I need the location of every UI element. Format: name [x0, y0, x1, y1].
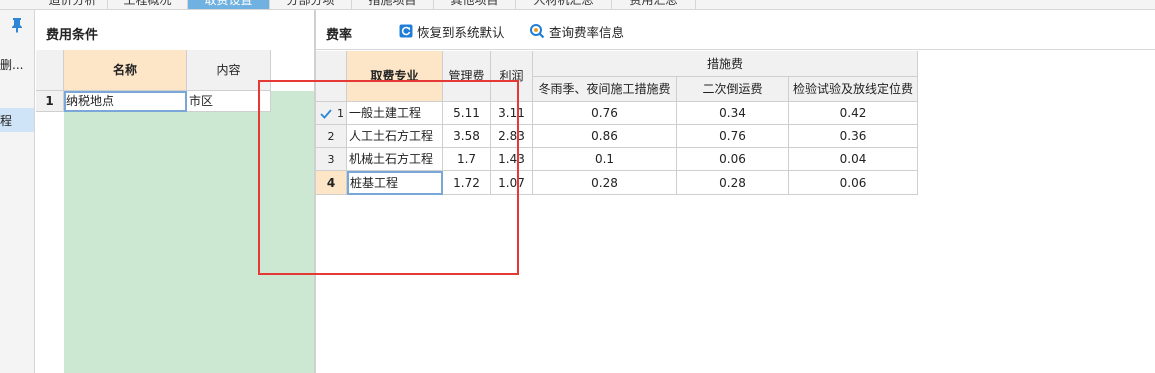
inspection-rate-cell[interactable]: 0.04: [789, 148, 918, 171]
secondary-rate-cell[interactable]: 0.06: [677, 148, 789, 171]
tab-cost-analysis[interactable]: 造价分析: [38, 0, 108, 9]
pin-icon[interactable]: [9, 17, 25, 33]
grid-corner: [36, 50, 64, 91]
toolbar-separator: [316, 49, 1155, 50]
restore-default-label: 恢复到系统默认: [417, 24, 505, 40]
inspection-rate-cell[interactable]: 0.06: [789, 171, 918, 195]
column-group-header-measures: 措施费: [533, 51, 918, 77]
row-index: 1: [36, 91, 64, 112]
secondary-rate-cell[interactable]: 0.34: [677, 102, 789, 125]
nav-item-selected-label: 程: [0, 114, 13, 128]
winter-rate-cell[interactable]: 0.28: [533, 171, 677, 195]
tab-materials-summary[interactable]: 人材机汇总: [516, 0, 612, 9]
column-header-winter-night[interactable]: 冬雨季、夜间施工措施费: [533, 77, 677, 102]
restore-default-button[interactable]: 恢复到系统默认: [399, 22, 505, 40]
tab-other-items[interactable]: 其他项目: [434, 0, 516, 9]
condition-name-cell[interactable]: 纳税地点: [64, 91, 187, 112]
left-navigation: 删... 程: [0, 10, 35, 373]
column-header-secondary-transport[interactable]: 二次倒运费: [677, 77, 789, 102]
restore-icon: [399, 24, 413, 38]
winter-rate-cell[interactable]: 0.76: [533, 102, 677, 125]
fee-rates-title: 费率: [326, 28, 353, 43]
red-annotation-box: [258, 80, 519, 275]
query-rate-label: 查询费率信息: [549, 24, 625, 40]
secondary-rate-cell[interactable]: 0.76: [677, 125, 789, 148]
winter-rate-cell[interactable]: 0.86: [533, 125, 677, 148]
inspection-rate-cell[interactable]: 0.36: [789, 125, 918, 148]
tab-fee-summary[interactable]: 费用汇总: [612, 0, 696, 9]
secondary-rate-cell[interactable]: 0.28: [677, 171, 789, 195]
fee-conditions-title: 费用条件: [46, 28, 99, 43]
tab-sub-items[interactable]: 分部分项: [270, 0, 352, 9]
column-header-inspection[interactable]: 检验试验及放线定位费: [789, 77, 918, 102]
tab-project-overview[interactable]: 工程概况: [108, 0, 188, 9]
nav-item-truncated[interactable]: 删...: [0, 56, 23, 73]
winter-rate-cell[interactable]: 0.1: [533, 148, 677, 171]
magnifier-icon: [530, 24, 545, 39]
tab-fee-settings[interactable]: 取费设置: [188, 0, 270, 9]
query-rate-button[interactable]: 查询费率信息: [529, 22, 624, 40]
column-header-name[interactable]: 名称: [64, 50, 187, 91]
tab-measure-items[interactable]: 措施项目: [352, 0, 434, 9]
inspection-rate-cell[interactable]: 0.42: [789, 102, 918, 125]
module-tab-bar: 造价分析 工程概况 取费设置 分部分项 措施项目 其他项目 人材机汇总 费用汇总: [0, 0, 1155, 10]
